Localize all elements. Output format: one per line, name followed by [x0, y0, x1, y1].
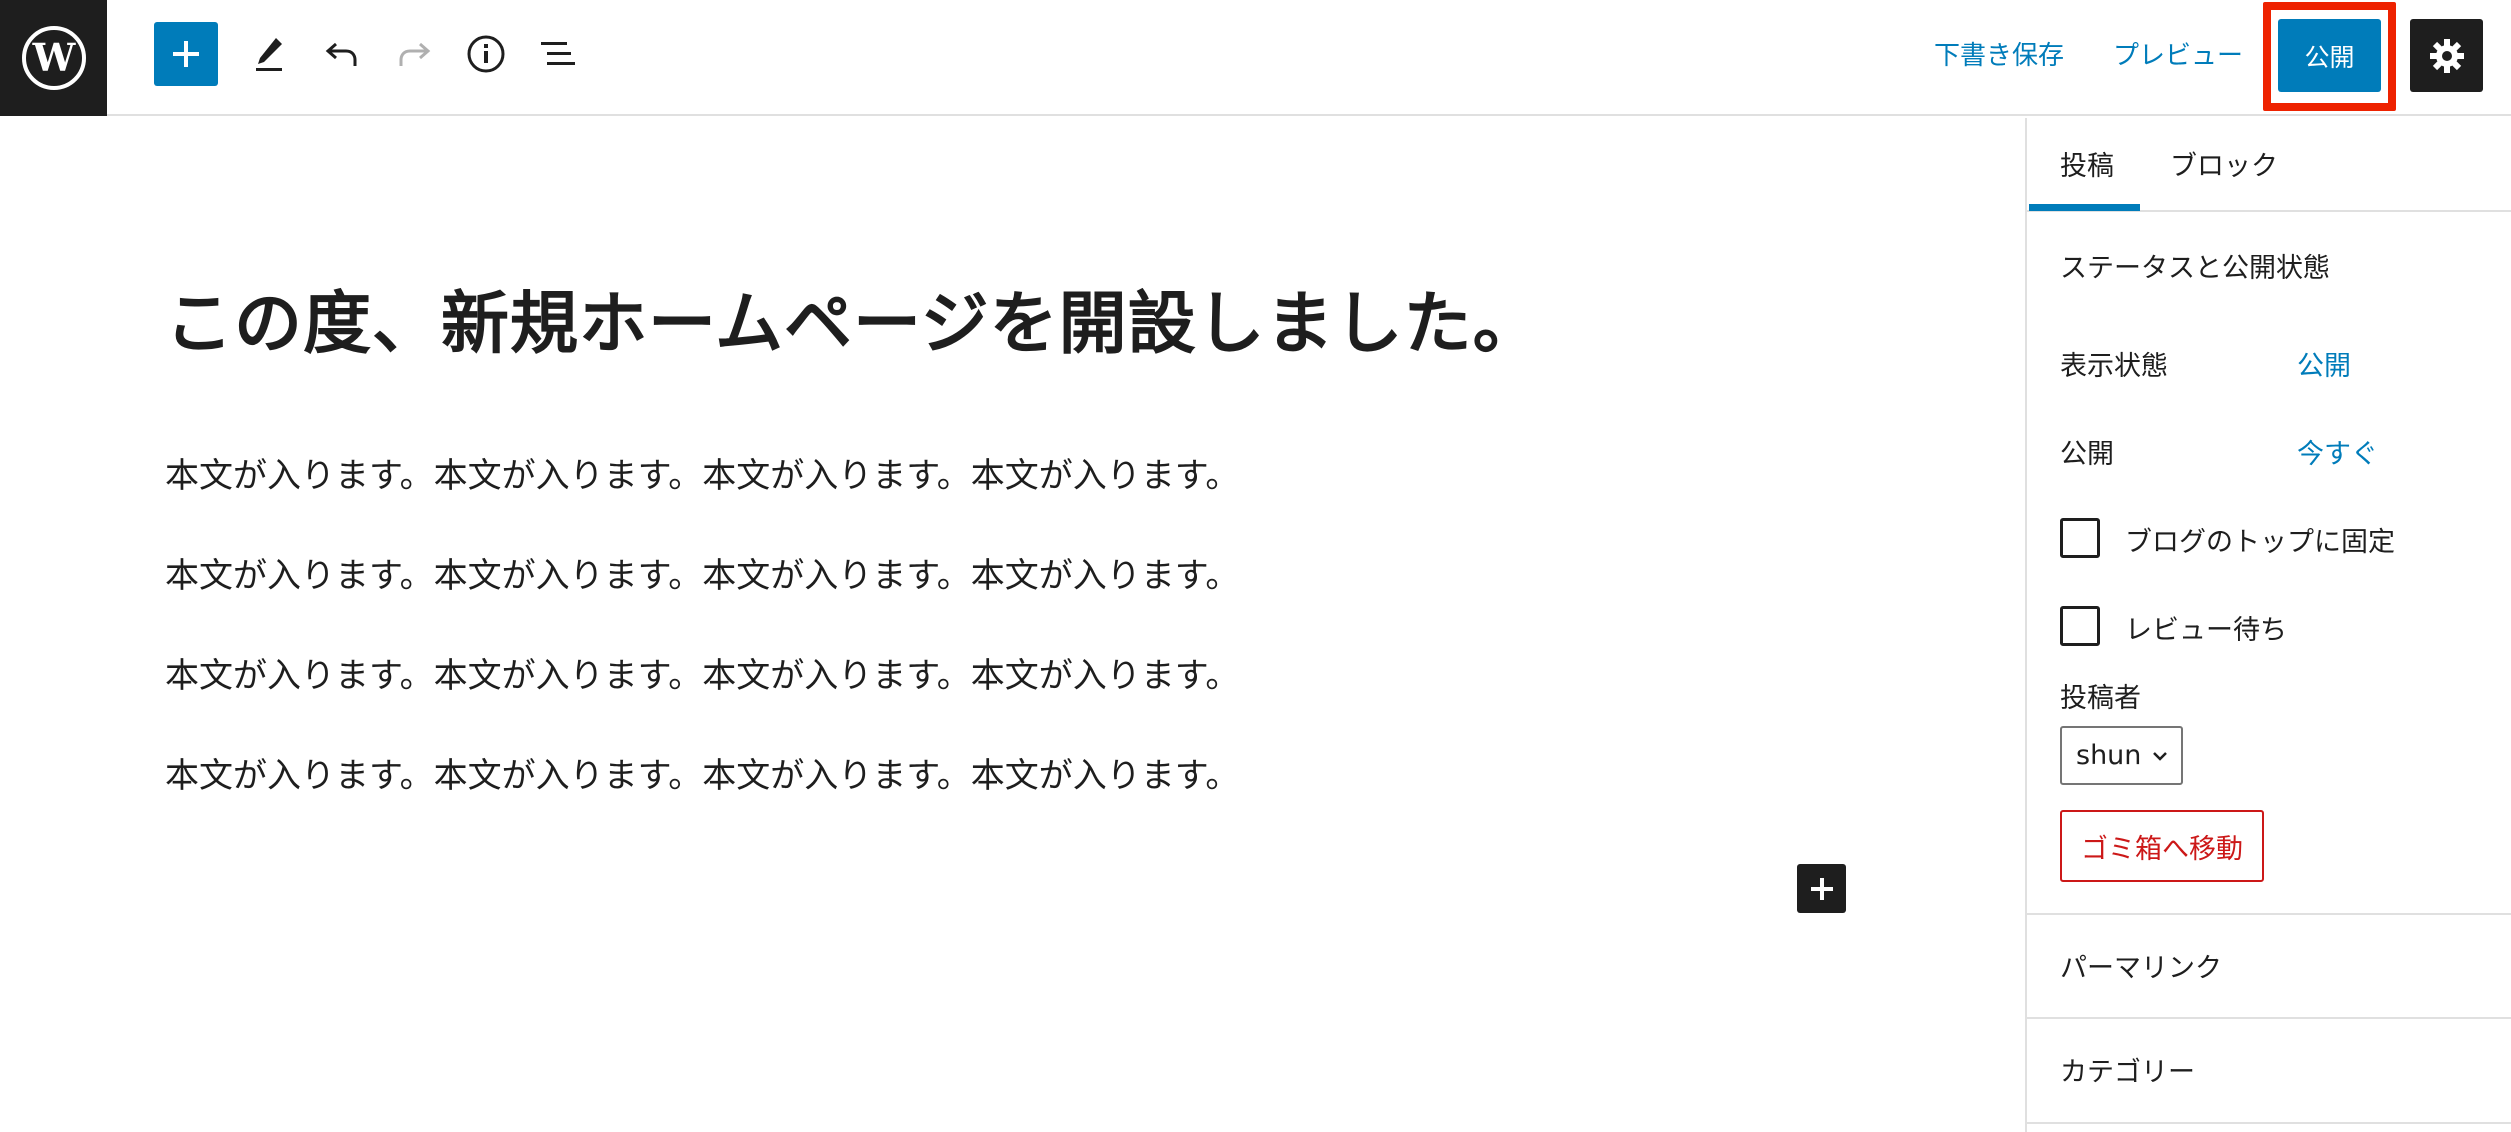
panel-divider	[2027, 1122, 2511, 1124]
block-inserter-button[interactable]	[1797, 864, 1846, 913]
tools-button[interactable]	[238, 22, 302, 86]
settings-sidebar: 投稿 ブロック ステータスと公開状態 表示状態 公開 公開 今すぐ ブログのトッ…	[2025, 118, 2511, 1132]
visibility-toggle[interactable]: 公開	[2297, 344, 2351, 383]
info-icon	[467, 35, 505, 73]
post-title[interactable]: この度、新規ホームページを開設しました。	[165, 268, 1542, 367]
author-label: 投稿者	[2060, 683, 2141, 714]
wordpress-logo-icon[interactable]: W	[0, 0, 107, 116]
active-tab-indicator	[2029, 204, 2140, 211]
pending-review-label[interactable]: レビュー待ち	[2125, 608, 2287, 647]
add-block-button[interactable]	[154, 22, 218, 86]
sticky-checkbox-label[interactable]: ブログのトップに固定	[2125, 520, 2395, 559]
chevron-down-icon	[2153, 751, 2168, 761]
editor-header: W 下書き保存 プレビュー 公開	[0, 0, 2511, 116]
gear-icon	[2429, 38, 2464, 73]
author-select-value: shun	[2076, 740, 2142, 771]
save-draft-button[interactable]: 下書き保存	[1934, 32, 2064, 80]
plus-icon	[1810, 877, 1833, 900]
sticky-checkbox[interactable]	[2060, 518, 2100, 558]
status-panel-title[interactable]: ステータスと公開状態	[2060, 246, 2330, 285]
svg-text:W: W	[31, 35, 76, 80]
publish-date-toggle[interactable]: 今すぐ	[2297, 432, 2378, 471]
move-to-trash-button[interactable]: ゴミ箱へ移動	[2060, 810, 2264, 882]
pencil-icon	[256, 38, 282, 71]
editor-canvas: この度、新規ホームページを開設しました。 本文が入ります。本文が入ります。本文が…	[0, 118, 2025, 1132]
undo-icon	[325, 42, 357, 66]
panel-divider	[2027, 913, 2511, 915]
category-panel-title[interactable]: カテゴリー	[2060, 1050, 2195, 1089]
list-view-icon	[541, 42, 575, 65]
paragraph-block[interactable]: 本文が入ります。本文が入ります。本文が入ります。本文が入ります。	[165, 648, 1239, 697]
permalink-panel-title[interactable]: パーマリンク	[2060, 946, 2222, 985]
panel-divider	[2027, 1017, 2511, 1019]
details-button[interactable]	[454, 22, 518, 86]
author-select[interactable]: shun	[2060, 726, 2183, 785]
tab-post[interactable]: 投稿	[2060, 144, 2114, 183]
tab-block[interactable]: ブロック	[2170, 144, 2278, 183]
redo-icon	[399, 42, 431, 66]
paragraph-block[interactable]: 本文が入ります。本文が入ります。本文が入ります。本文が入ります。	[165, 748, 1239, 797]
redo-button[interactable]	[382, 22, 446, 86]
list-view-button[interactable]	[526, 22, 590, 86]
sidebar-tabs: 投稿 ブロック	[2027, 118, 2511, 212]
paragraph-block[interactable]: 本文が入ります。本文が入ります。本文が入ります。本文が入ります。	[165, 448, 1239, 497]
preview-button[interactable]: プレビュー	[2113, 32, 2243, 80]
settings-button[interactable]	[2410, 19, 2483, 92]
publish-button[interactable]: 公開	[2278, 19, 2381, 92]
publish-date-label: 公開	[2060, 439, 2114, 470]
pending-review-checkbox[interactable]	[2060, 606, 2100, 646]
visibility-label: 表示状態	[2060, 351, 2168, 382]
undo-button[interactable]	[310, 22, 374, 86]
plus-icon	[173, 41, 199, 67]
paragraph-block[interactable]: 本文が入ります。本文が入ります。本文が入ります。本文が入ります。	[165, 548, 1239, 597]
